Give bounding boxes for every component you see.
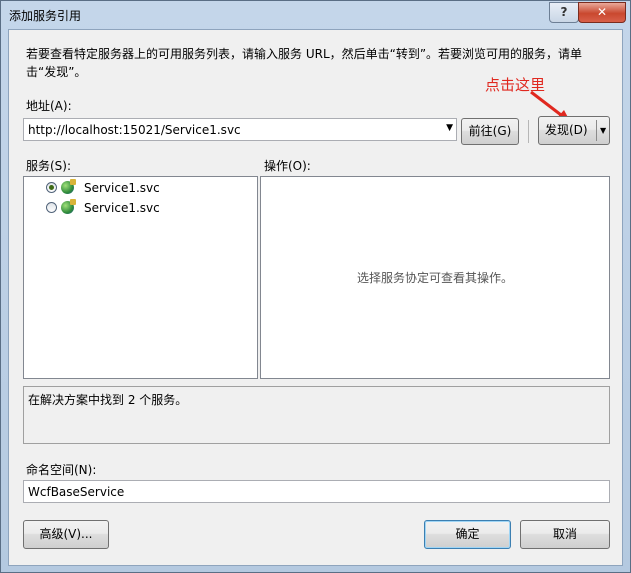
service-gear-icon bbox=[70, 199, 76, 205]
window-title: 添加服务引用 bbox=[9, 9, 82, 23]
dialog-body: 若要查看特定服务器上的可用服务列表，请输入服务 URL，然后单击“转到”。若要浏… bbox=[8, 29, 623, 566]
help-button[interactable]: ? bbox=[549, 2, 579, 23]
address-combobox[interactable]: http://localhost:15021/Service1.svc ▼ bbox=[23, 118, 457, 141]
toolbar-divider bbox=[528, 120, 529, 143]
close-button[interactable]: ✕ bbox=[578, 2, 626, 23]
cancel-button[interactable]: 取消 bbox=[520, 520, 610, 549]
service-item-label: Service1.svc bbox=[84, 201, 160, 215]
radio-icon[interactable] bbox=[46, 202, 57, 213]
operations-label: 操作(O): bbox=[264, 159, 311, 173]
namespace-label: 命名空间(N): bbox=[26, 463, 97, 477]
ok-button[interactable]: 确定 bbox=[424, 520, 511, 549]
operations-placeholder: 选择服务协定可查看其操作。 bbox=[356, 271, 513, 285]
operations-pane[interactable]: 选择服务协定可查看其操作。 bbox=[260, 176, 610, 379]
chevron-down-icon[interactable]: ▼ bbox=[446, 123, 453, 133]
go-button[interactable]: 前往(G) bbox=[461, 118, 519, 145]
title-bar: 添加服务引用 ? ✕ bbox=[1, 1, 630, 29]
add-service-reference-dialog: 添加服务引用 ? ✕ 若要查看特定服务器上的可用服务列表，请输入服务 URL，然… bbox=[0, 0, 631, 573]
help-icon: ? bbox=[560, 5, 568, 19]
services-tree[interactable]: Service1.svc Service1.svc bbox=[23, 176, 258, 379]
service-gear-icon bbox=[70, 179, 76, 185]
close-icon: ✕ bbox=[596, 5, 608, 19]
radio-selected-icon[interactable] bbox=[46, 182, 57, 193]
split-divider bbox=[596, 120, 597, 141]
status-panel: 在解决方案中找到 2 个服务。 bbox=[23, 386, 610, 444]
namespace-input[interactable]: WcfBaseService bbox=[23, 480, 610, 503]
status-text: 在解决方案中找到 2 个服务。 bbox=[28, 393, 188, 407]
services-label: 服务(S): bbox=[26, 159, 72, 173]
service-item-label: Service1.svc bbox=[84, 181, 160, 195]
address-label: 地址(A): bbox=[26, 99, 72, 113]
discover-button[interactable]: 发现(D) ▼ bbox=[538, 116, 610, 145]
address-input[interactable]: http://localhost:15021/Service1.svc bbox=[28, 123, 241, 137]
discover-dropdown-icon[interactable]: ▼ bbox=[600, 117, 606, 144]
advanced-button[interactable]: 高级(V)... bbox=[23, 520, 109, 549]
